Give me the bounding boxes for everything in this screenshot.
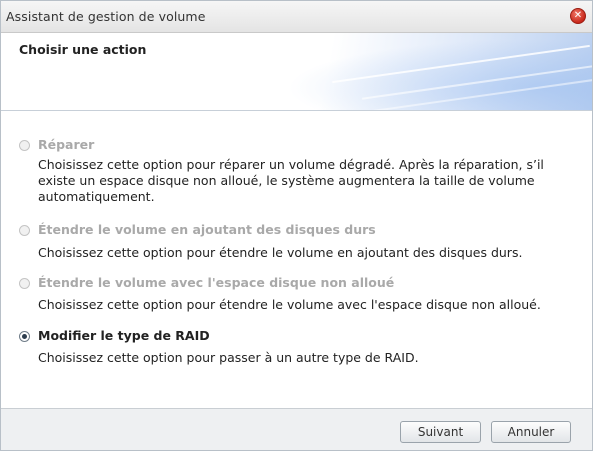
title-bar[interactable]: Assistant de gestion de volume ✕	[1, 1, 592, 33]
option-expand-disks-description: Choisissez cette option pour étendre le …	[38, 245, 523, 260]
cancel-button[interactable]: Annuler	[491, 421, 571, 443]
radio-expand-unallocated[interactable]	[19, 278, 30, 289]
option-expand-disks-label: Étendre le volume en ajoutant des disque…	[38, 222, 376, 237]
option-repair-description: Choisissez cette option pour réparer un …	[38, 157, 544, 204]
option-repair-label: Réparer	[38, 137, 95, 152]
next-button[interactable]: Suivant	[400, 421, 481, 443]
volume-wizard-dialog: Assistant de gestion de volume ✕ Choisir…	[0, 0, 593, 451]
radio-repair[interactable]	[19, 140, 30, 151]
header-banner: Choisir une action	[1, 33, 592, 111]
radio-expand-disks[interactable]	[19, 225, 30, 236]
dialog-footer: Suivant Annuler	[1, 408, 592, 450]
option-expand-unallocated-label: Étendre le volume avec l'espace disque n…	[38, 275, 395, 290]
option-change-raid-label[interactable]: Modifier le type de RAID	[38, 328, 210, 343]
window-title: Assistant de gestion de volume	[6, 9, 206, 24]
close-icon[interactable]: ✕	[570, 8, 586, 24]
option-expand-unallocated-description: Choisissez cette option pour étendre le …	[38, 297, 541, 312]
option-change-raid-description: Choisissez cette option pour passer à un…	[38, 350, 419, 365]
page-heading: Choisir une action	[19, 42, 147, 57]
radio-change-raid[interactable]	[19, 331, 30, 342]
